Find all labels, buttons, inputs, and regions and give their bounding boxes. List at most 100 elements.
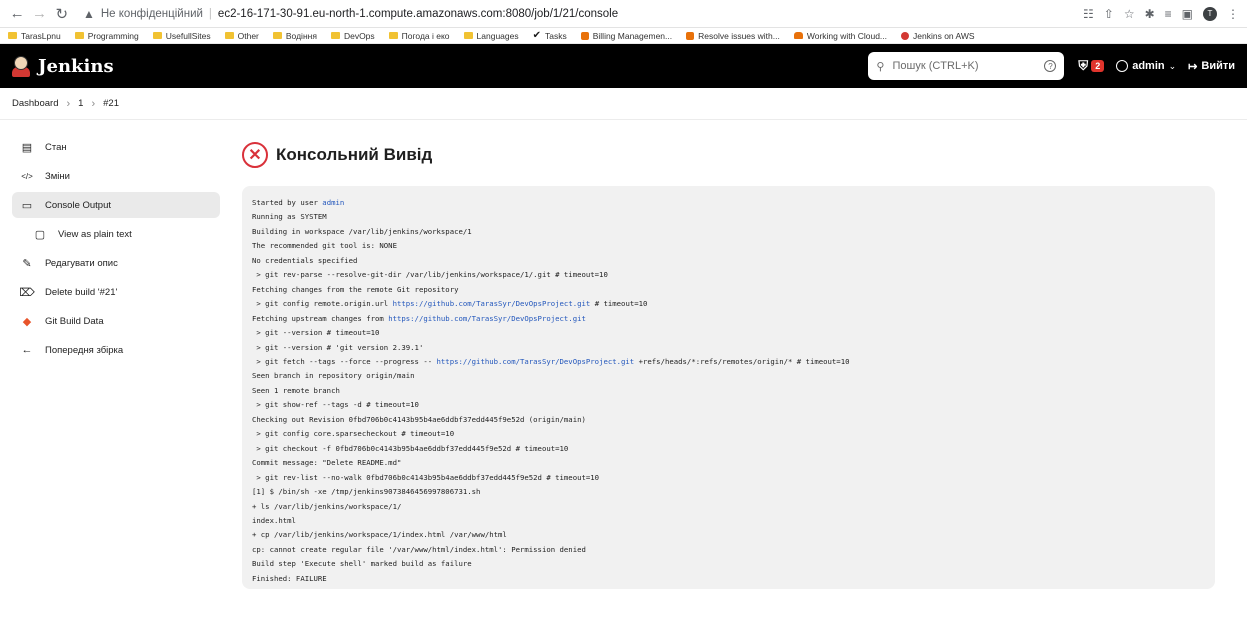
bookmark-item[interactable]: Billing Managemen... — [580, 30, 673, 41]
bookmark-label: Resolve issues with... — [698, 30, 780, 41]
console-text: Seen 1 remote branch — [252, 385, 340, 395]
console-line: Building in workspace /var/lib/jenkins/w… — [252, 225, 1205, 239]
translate-icon[interactable]: ☷ — [1083, 7, 1094, 21]
bookmark-label: Billing Managemen... — [592, 30, 673, 41]
aws-icon — [686, 31, 695, 40]
console-text: > git checkout -f 0fbd706b0c4143b95b4ae6… — [252, 443, 569, 453]
console-line: Started by user admin — [252, 196, 1205, 210]
bookmark-label: Jenkins on AWS — [913, 30, 975, 41]
sidebar-item-label: Редагувати опис — [45, 257, 118, 269]
bookmark-item[interactable]: Working with Cloud... — [793, 31, 887, 41]
address-bar[interactable]: ▲ Не конфіденційний | ec2-16-171-30-91.e… — [83, 3, 1083, 25]
sidebar-item[interactable]: ▤ Стан — [12, 134, 220, 160]
sidebar-item[interactable]: ⌦ Delete build '#21' — [12, 279, 220, 305]
bookmark-label: DevOps — [343, 30, 375, 41]
console-line: index.html — [252, 514, 1205, 528]
console-text: > git --version # 'git version 2.39.1' — [252, 342, 424, 352]
sidebar-item[interactable]: </> Зміни — [12, 163, 220, 189]
bookmark-item[interactable]: Programming — [74, 31, 139, 41]
shield-icon: ⛨ — [1078, 58, 1089, 73]
bookmark-item[interactable]: Languages — [463, 31, 519, 41]
sidebar-item[interactable]: ▢ View as plain text — [12, 221, 220, 247]
warning-icon[interactable]: ▲ — [83, 7, 95, 21]
url-text[interactable]: ec2-16-171-30-91.eu-north-1.compute.amaz… — [218, 8, 618, 20]
insecure-label[interactable]: Не конфіденційний — [101, 8, 203, 20]
star-icon[interactable]: ☆ — [1124, 7, 1135, 21]
profile-avatar[interactable]: T — [1203, 6, 1217, 21]
console-text: Building in workspace /var/lib/jenkins/w… — [252, 226, 472, 236]
extensions-icon[interactable]: ✱ — [1145, 7, 1155, 21]
reload-icon[interactable]: ↻ — [53, 4, 71, 24]
main-content: ✕ Консольний Вивід Started by user admin… — [228, 120, 1247, 589]
forward-icon[interactable]: → — [30, 4, 48, 24]
console-text: Finished: FAILURE — [252, 573, 327, 583]
console-line: > git rev-parse --resolve-git-dir /var/l… — [252, 268, 1205, 282]
console-line: > git --version # timeout=10 — [252, 326, 1205, 340]
breadcrumb-dashboard[interactable]: Dashboard — [12, 98, 58, 109]
edit-icon: ✎ — [22, 257, 32, 270]
breadcrumb-job[interactable]: 1 — [78, 98, 83, 109]
console-text: The recommended git tool is: NONE — [252, 241, 397, 251]
folder-icon — [388, 32, 398, 39]
sidepanel-icon[interactable]: ▣ — [1182, 7, 1193, 21]
bookmarks-bar: TarasLpnu Programming UsefullSites Other Вод… — [0, 28, 1247, 44]
bookmark-item[interactable]: Погода і еко — [388, 31, 450, 41]
media-icon[interactable]: ≡ — [1165, 7, 1172, 21]
menu-icon[interactable]: ⋮ — [1227, 7, 1239, 21]
bookmark-label: Other — [237, 30, 259, 41]
bookmark-item[interactable]: Водіння — [272, 30, 317, 41]
header-actions: ⛨ 2 admin ⌄ ↦ Вийти — [1078, 58, 1235, 74]
folder-icon — [463, 32, 473, 39]
user-icon — [1116, 60, 1129, 72]
chevron-down-icon: ⌄ — [1168, 60, 1177, 71]
jenkins-logo[interactable]: Jenkins — [12, 55, 114, 77]
console-line: No credentials specified — [252, 254, 1205, 268]
console-link[interactable]: admin — [322, 198, 344, 207]
jenkins-butler-icon — [12, 55, 30, 77]
console-link[interactable]: https://github.com/TarasSyr/DevOpsProjec… — [388, 314, 586, 323]
console-text: Commit message: "Delete README.md" — [252, 458, 402, 468]
bookmark-item[interactable]: TarasLpnu — [8, 31, 61, 41]
logout-icon: ↦ — [1188, 60, 1198, 73]
omnibox-divider: | — [208, 7, 212, 20]
share-icon[interactable]: ⇧ — [1104, 7, 1114, 21]
bookmark-item[interactable]: UsefullSites — [152, 31, 211, 41]
security-alerts[interactable]: ⛨ 2 — [1078, 58, 1105, 74]
breadcrumb-build[interactable]: #21 — [103, 98, 119, 109]
logout-button[interactable]: ↦ Вийти — [1188, 60, 1235, 73]
aws-icon — [580, 31, 589, 40]
console-output: Started by user admin Running as SYSTEM Bu… — [242, 186, 1215, 589]
console-line: The recommended git tool is: NONE — [252, 239, 1205, 253]
jenkins-header: Jenkins ⚲ ? ⛨ 2 admin ⌄ ↦ Вийти — [0, 44, 1247, 88]
user-menu[interactable]: admin ⌄ — [1116, 60, 1176, 72]
console-line: Fetching changes from the remote Git rep… — [252, 283, 1205, 297]
help-icon[interactable]: ? — [1044, 60, 1057, 72]
sidebar-item[interactable]: ◆ Git Build Data — [12, 308, 220, 334]
search-box[interactable]: ⚲ ? — [868, 52, 1065, 80]
code-icon: </> — [21, 171, 33, 181]
cloud-icon — [793, 32, 803, 39]
sidebar-item-label: Зміни — [45, 170, 70, 182]
brand-name: Jenkins — [38, 55, 114, 77]
console-text: Running as SYSTEM — [252, 212, 327, 222]
folder-icon — [224, 32, 234, 39]
console-link[interactable]: https://github.com/TarasSyr/DevOpsProjec… — [393, 299, 591, 308]
bookmark-label: TarasLpnu — [21, 30, 61, 41]
alerts-badge: 2 — [1091, 60, 1105, 72]
bookmark-item[interactable]: ✔ Tasks — [533, 30, 567, 41]
sidebar-item[interactable]: ← Попередня збірка — [12, 337, 220, 363]
folder-icon — [272, 32, 282, 39]
console-text: Fetching changes from the remote Git rep… — [252, 284, 459, 294]
bookmark-label: Водіння — [285, 30, 317, 41]
back-icon[interactable]: ← — [8, 4, 26, 24]
search-input[interactable] — [892, 60, 1037, 72]
console-text: > git show-ref --tags -d # timeout=10 — [252, 400, 419, 410]
sidebar-item[interactable]: ✎ Редагувати опис — [12, 250, 220, 276]
console-link[interactable]: https://github.com/TarasSyr/DevOpsProjec… — [437, 357, 635, 366]
bookmark-item[interactable]: DevOps — [330, 30, 375, 41]
sidebar-item[interactable]: ▭ Console Output — [12, 192, 220, 218]
file-icon: ▢ — [34, 228, 46, 241]
bookmark-item[interactable]: Resolve issues with... — [686, 31, 780, 41]
bookmark-item[interactable]: Jenkins on AWS — [901, 31, 975, 41]
bookmark-item[interactable]: Other — [224, 30, 259, 41]
